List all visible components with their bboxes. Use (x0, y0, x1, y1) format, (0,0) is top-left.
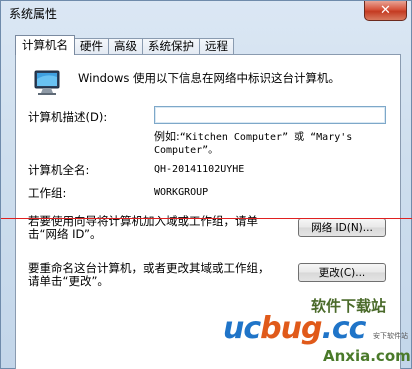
tab-system-protection[interactable]: 系统保护 (142, 38, 200, 55)
close-icon: ✕ (380, 3, 391, 18)
workgroup-value: WORKGROUP (154, 187, 209, 198)
network-id-text-line2: 击“网络 ID”。 (28, 227, 102, 241)
watermark-c: c (243, 311, 261, 346)
close-button[interactable]: ✕ (364, 1, 407, 21)
tab-computer-name[interactable]: 计算机名 (15, 35, 75, 55)
example-line2: Computer”。 (154, 145, 219, 156)
full-name-value: QH-20141102UYHE (154, 164, 245, 175)
watermark-small-text: 安下软件站 (373, 332, 408, 340)
computer-description-field[interactable] (154, 106, 386, 124)
watermark-u: u (223, 311, 244, 346)
watermark-bottom-text: Anxia.com (323, 347, 411, 365)
intro-text: Windows 使用以下信息在网络中标识这台计算机。 (78, 71, 340, 85)
watermark-bug: bug (260, 311, 322, 346)
annotation-line (1, 218, 412, 219)
tab-remote[interactable]: 远程 (199, 38, 234, 55)
full-name-label: 计算机全名: (28, 163, 90, 177)
tab-advanced[interactable]: 高级 (108, 38, 143, 55)
change-button[interactable]: 更改(C)... (298, 263, 386, 282)
example-prefix: 例如: (154, 130, 180, 143)
site-watermark: 软件下载站 ucbug.cc 安下软件站 Anxia.com (223, 293, 411, 367)
watermark-logo: ucbug.cc (223, 311, 366, 346)
tab-strip: 计算机名 硬件 高级 系统保护 远程 (15, 35, 234, 55)
system-properties-window: 系统属性 ✕ 计算机名 硬件 高级 系统保护 远程 Windows 使用以下信息… (0, 0, 412, 369)
computer-monitor-icon (34, 70, 60, 95)
example-line1: “Kitchen Computer” 或 “Mary's (179, 132, 353, 143)
watermark-cc: .cc (321, 311, 366, 346)
example-text: 例如:“Kitchen Computer” 或 “Mary's Computer… (154, 130, 352, 157)
rename-text-line2: 请单击“更改”。 (28, 274, 109, 288)
rename-description: 要重命名这台计算机，或者更改其域或工作组， 请单击“更改”。 (28, 262, 270, 288)
window-title: 系统属性 (9, 6, 58, 21)
tab-hardware[interactable]: 硬件 (74, 38, 109, 55)
title-bar[interactable]: 系统属性 ✕ (1, 1, 411, 25)
workgroup-label: 工作组: (28, 186, 67, 200)
network-id-button[interactable]: 网络 ID(N)... (298, 218, 386, 237)
description-label: 计算机描述(D): (28, 110, 108, 124)
